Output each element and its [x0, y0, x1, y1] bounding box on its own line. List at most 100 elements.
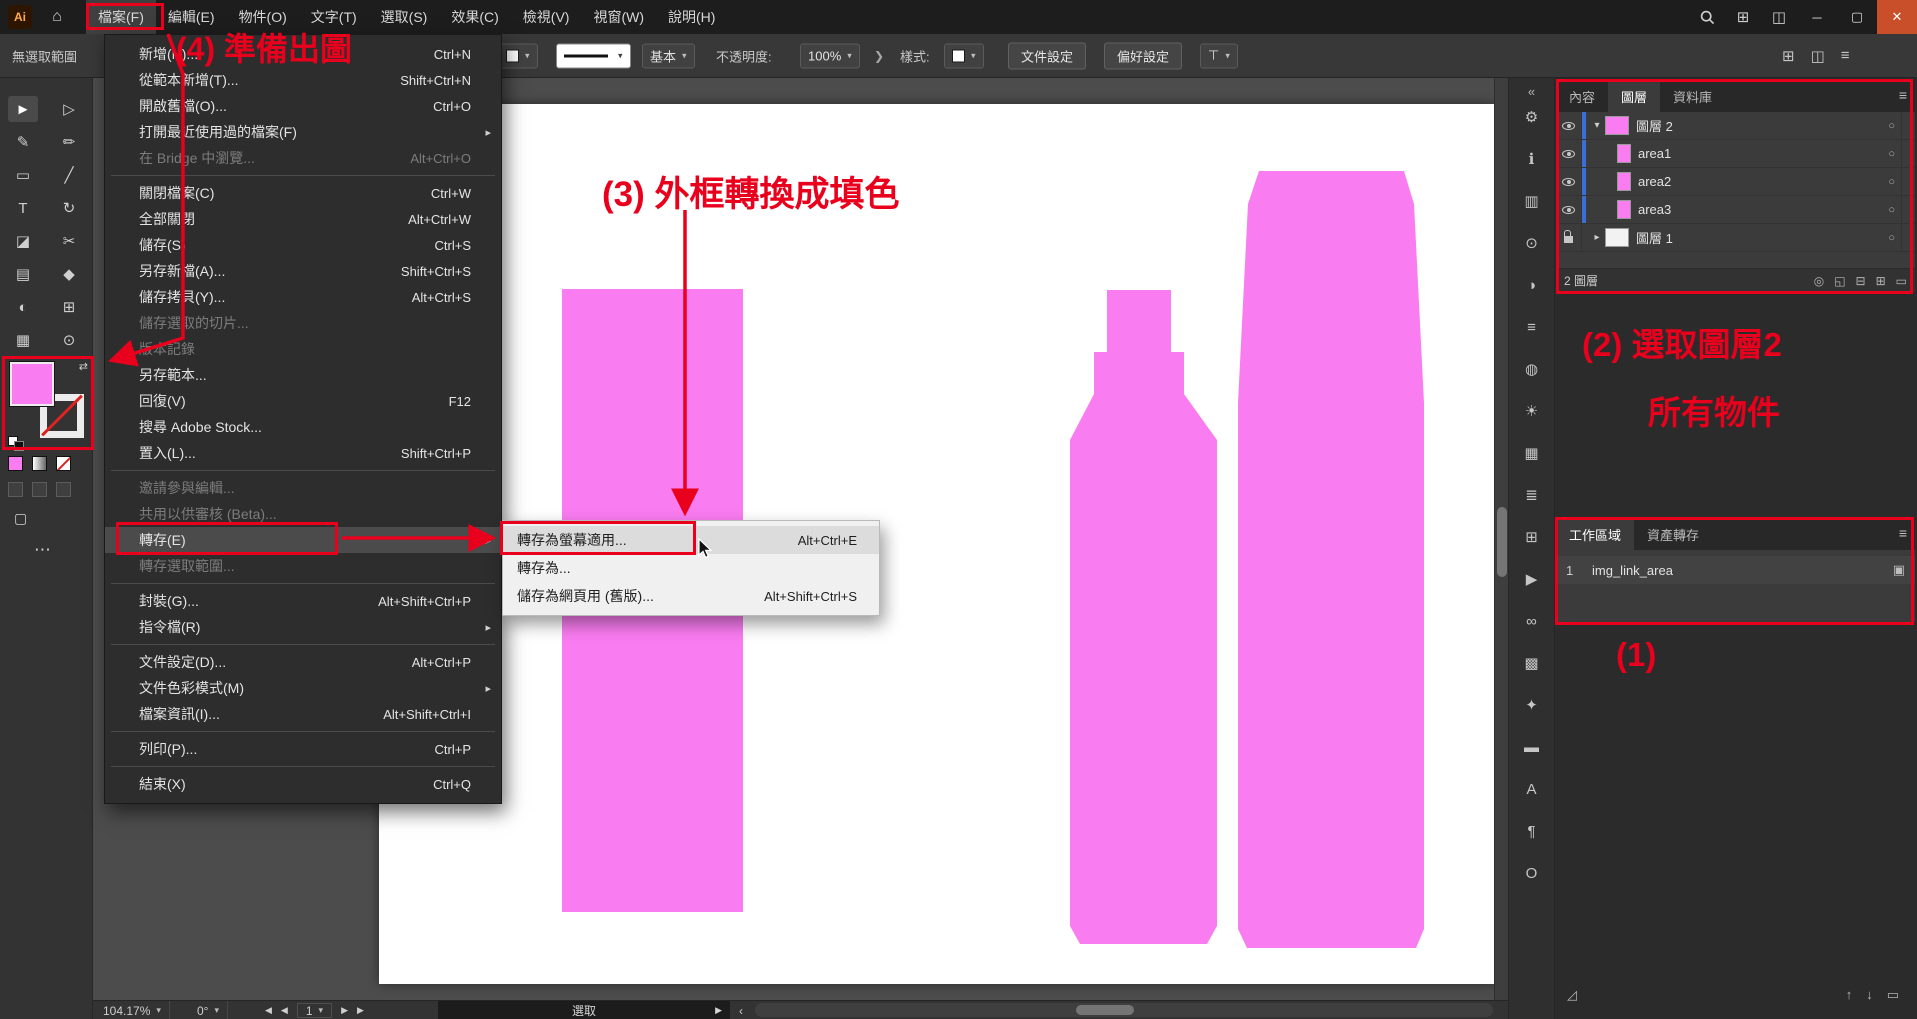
export-submenu-item[interactable]: 轉存為螢幕適用... Alt+Ctrl+E — [503, 526, 879, 554]
panel-menu-icon[interactable]: ≡ — [1899, 87, 1907, 103]
layer-name[interactable]: area3 — [1638, 202, 1671, 217]
artboard-icon[interactable]: ▣ — [1893, 562, 1905, 578]
selection-column[interactable] — [1901, 168, 1915, 195]
target-circle-icon[interactable]: ○ — [1888, 204, 1895, 216]
layer-expand-chevron[interactable] — [1589, 232, 1605, 243]
layer-name[interactable]: area2 — [1638, 174, 1671, 189]
artboard-number-combo[interactable]: 1▾ — [297, 1003, 332, 1018]
document-setup-button[interactable]: 文件設定 — [1008, 42, 1086, 69]
file-menu-item[interactable]: 檔案資訊(I)... Alt+Shift+Ctrl+I — [105, 701, 501, 727]
file-menu-item[interactable]: 轉存選取範圍... — [105, 553, 501, 579]
target-circle-icon[interactable]: ○ — [1888, 148, 1895, 160]
draw-behind-button[interactable] — [32, 482, 47, 497]
pink-bottle-large[interactable] — [1238, 171, 1424, 948]
target-circle-icon[interactable]: ○ — [1888, 120, 1895, 132]
panel-menu-icon[interactable]: ≡ — [1899, 525, 1907, 541]
prev-artboard-icon[interactable]: ◀ — [281, 1005, 288, 1016]
menubar-item[interactable]: 效果(C) — [439, 0, 510, 34]
opacity-combo[interactable]: 100%▾ — [800, 43, 860, 68]
layer-thumbnail[interactable] — [1605, 228, 1629, 247]
menubar-item[interactable]: 視窗(W) — [581, 0, 656, 34]
collapse-strip-icon[interactable]: ‹ — [739, 1001, 743, 1019]
layer-row[interactable]: area2 ○ — [1556, 168, 1915, 196]
pink-bottle-small[interactable] — [1070, 290, 1217, 944]
layer-row[interactable]: area1 ○ — [1556, 140, 1915, 168]
panel-tab[interactable]: 圖層 — [1608, 80, 1660, 112]
artboard-row[interactable]: 1 img_link_area ▣ — [1556, 556, 1915, 584]
brush-style-combo[interactable]: 基本▾ — [642, 43, 695, 68]
file-menu-item[interactable]: 文件設定(D)... Alt+Ctrl+P — [105, 649, 501, 675]
file-menu-item[interactable]: 關閉檔案(C) Ctrl+W — [105, 180, 501, 206]
file-menu-item[interactable]: 搜尋 Adobe Stock... — [105, 414, 501, 440]
none-button[interactable] — [56, 456, 71, 471]
visibility-eye-icon[interactable] — [1556, 140, 1582, 167]
layer-name[interactable]: 圖層 1 — [1636, 228, 1673, 247]
selection-column[interactable] — [1901, 140, 1915, 167]
selection-column[interactable] — [1901, 196, 1915, 223]
artboard-name[interactable]: img_link_area — [1592, 563, 1673, 578]
layer-name[interactable]: area1 — [1638, 146, 1671, 161]
minimize-button[interactable]: ─ — [1797, 0, 1837, 34]
file-menu-item[interactable]: 儲存拷貝(Y)... Alt+Ctrl+S — [105, 284, 501, 310]
edit-toolbar-icon[interactable]: ⋯ — [34, 540, 51, 560]
file-menu-item[interactable]: 回復(V) F12 — [105, 388, 501, 414]
first-artboard-icon[interactable]: ◀ — [265, 1005, 272, 1016]
menubar-item[interactable]: 選取(S) — [369, 0, 440, 34]
file-menu-item[interactable]: 文件色彩模式(M) — [105, 675, 501, 701]
resize-grip-icon[interactable]: ◿ — [1567, 987, 1577, 1003]
layer-row[interactable]: 圖層 1 ○ — [1556, 224, 1915, 252]
file-menu-item[interactable]: 打開最近使用過的檔案(F) — [105, 119, 501, 145]
layer-row[interactable]: 圖層 2 ○ — [1556, 112, 1915, 140]
panel-tab[interactable]: 資料庫 — [1660, 80, 1725, 112]
file-menu-item[interactable]: 儲存(S) Ctrl+S — [105, 232, 501, 258]
screen-mode-icon[interactable]: ▢ — [14, 510, 27, 527]
next-artboard-icon[interactable]: ▶ — [341, 1005, 348, 1016]
more-options-chevron[interactable]: ❯ — [874, 49, 884, 63]
horizontal-scrollbar-thumb[interactable] — [1076, 1005, 1134, 1015]
file-menu-item[interactable]: 儲存選取的切片... — [105, 310, 501, 336]
file-menu-item[interactable]: 從範本新增(T)... Shift+Ctrl+N — [105, 67, 501, 93]
file-menu-item[interactable]: 開啟舊檔(O)... Ctrl+O — [105, 93, 501, 119]
style-combo[interactable]: ▾ — [944, 43, 984, 68]
selection-column[interactable] — [1901, 112, 1915, 139]
file-menu-item[interactable]: 邀請參與編輯... — [105, 475, 501, 501]
stroke-width-combo[interactable]: ▾ — [556, 43, 631, 68]
vertical-scrollbar-thumb[interactable] — [1497, 507, 1507, 577]
layer-thumbnail[interactable] — [1617, 200, 1631, 219]
status-play-icon[interactable]: ▶ — [715, 1005, 722, 1016]
fill-combo[interactable]: ▾ — [498, 43, 538, 68]
panel-tab[interactable]: 工作區域 — [1556, 518, 1634, 550]
layer-name[interactable]: 圖層 2 — [1636, 116, 1673, 135]
file-menu-item[interactable]: 結束(X) Ctrl+Q — [105, 771, 501, 797]
file-menu-item[interactable]: 全部關閉 Alt+Ctrl+W — [105, 206, 501, 232]
target-circle-icon[interactable]: ○ — [1888, 176, 1895, 188]
visibility-eye-icon[interactable] — [1556, 196, 1582, 223]
search-icon[interactable] — [1689, 0, 1725, 34]
selection-column[interactable] — [1901, 224, 1915, 251]
file-menu-item[interactable]: 版本記錄 — [105, 336, 501, 362]
target-circle-icon[interactable]: ○ — [1888, 232, 1895, 244]
layer-thumbnail[interactable] — [1617, 144, 1631, 163]
panel-tab[interactable]: 內容 — [1556, 80, 1608, 112]
file-menu-item[interactable]: 封裝(G)... Alt+Shift+Ctrl+P — [105, 588, 501, 614]
menubar-item[interactable]: 說明(H) — [656, 0, 727, 34]
menubar-item[interactable]: 檔案(F) — [86, 0, 156, 34]
fill-swatch[interactable] — [10, 362, 54, 406]
file-menu-item[interactable]: 指令檔(R) — [105, 614, 501, 640]
draw-normal-button[interactable] — [8, 482, 23, 497]
restore-button[interactable]: ▢ — [1837, 0, 1877, 34]
panel-tab[interactable]: 資產轉存 — [1634, 518, 1712, 550]
rotation-combo[interactable]: 0°▾ — [189, 1001, 228, 1019]
layer-thumbnail[interactable] — [1605, 116, 1629, 135]
vertical-scrollbar[interactable] — [1494, 78, 1508, 1000]
trash-icon[interactable]: ▭ — [1887, 987, 1899, 1003]
horizontal-scrollbar[interactable] — [755, 1003, 1493, 1017]
color-button[interactable] — [8, 456, 23, 471]
swap-fill-stroke-icon[interactable]: ⇄ — [79, 360, 88, 373]
menubar-item[interactable]: 檢視(V) — [511, 0, 582, 34]
visibility-eye-icon[interactable] — [1556, 224, 1582, 251]
last-artboard-icon[interactable]: ▶ — [357, 1005, 364, 1016]
align-options-combo[interactable]: ⊤▾ — [1200, 43, 1238, 68]
draw-inside-button[interactable] — [56, 482, 71, 497]
layer-expand-chevron[interactable] — [1589, 120, 1605, 131]
